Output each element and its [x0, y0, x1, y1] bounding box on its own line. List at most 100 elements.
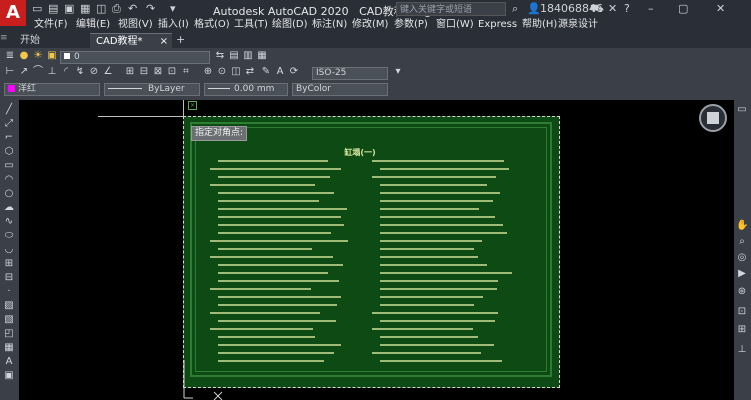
region-icon[interactable]: ◰ — [3, 328, 15, 340]
zoom-icon[interactable]: ⌕ — [736, 236, 748, 248]
center-mark-icon[interactable]: ⊙ — [216, 66, 228, 78]
save-icon[interactable]: ▣ — [64, 2, 74, 16]
layer-manager-icon[interactable]: ≣ — [4, 50, 16, 62]
arc-length-icon[interactable]: ⌒ — [32, 66, 44, 78]
layer-on-icon[interactable]: ● — [18, 50, 30, 62]
menu-edit[interactable]: 编辑(E) — [76, 17, 110, 32]
layer-previous-icon[interactable]: ▤ — [228, 50, 240, 62]
dim-update-icon[interactable]: ⟳ — [288, 66, 300, 78]
close-tab-icon[interactable]: × — [160, 34, 168, 49]
dim-edit-icon[interactable]: ✎ — [260, 66, 272, 78]
menu-window[interactable]: 窗口(W) — [436, 17, 474, 32]
menu-modify[interactable]: 修改(M) — [352, 17, 388, 32]
steering-wheel-icon[interactable]: ⊛ — [736, 286, 748, 298]
gradient-icon[interactable]: ▧ — [3, 314, 15, 326]
undo-icon[interactable]: ↶ — [128, 2, 137, 16]
circle-icon[interactable]: ○ — [3, 188, 15, 200]
menu-express[interactable]: Express — [478, 17, 517, 32]
space-icon[interactable]: ⊡ — [166, 66, 178, 78]
jogged-icon[interactable]: ↯ — [74, 66, 86, 78]
revision-cloud-icon[interactable]: ☁ — [3, 202, 15, 214]
new-tab-icon[interactable]: + — [176, 33, 185, 46]
tolerance-icon[interactable]: ⊕ — [202, 66, 214, 78]
dim-style-dropdown[interactable]: ISO-25 — [312, 67, 388, 80]
polyline-icon[interactable]: ⌐ — [3, 132, 15, 144]
radius-icon[interactable]: ◜ — [60, 66, 72, 78]
hatch-icon[interactable]: ▨ — [3, 300, 15, 312]
line-icon[interactable]: ╱ — [3, 104, 15, 116]
baseline-icon[interactable]: ⊟ — [138, 66, 150, 78]
linetype-dropdown[interactable]: ByLayer — [104, 83, 200, 96]
plotstyle-dropdown[interactable]: ByColor — [292, 83, 388, 96]
aligned-dim-icon[interactable]: ↗ — [18, 66, 30, 78]
insert-block-icon[interactable]: ⊞ — [3, 258, 15, 270]
open-file-icon[interactable]: ▤ — [48, 2, 58, 16]
autocad-logo-icon[interactable]: A — [0, 0, 26, 26]
linear-dim-icon[interactable]: ⊢ — [4, 66, 16, 78]
help-icon[interactable]: ? — [624, 2, 630, 16]
continue-icon[interactable]: ⊠ — [152, 66, 164, 78]
point-icon[interactable]: · — [3, 286, 15, 298]
menu-tools[interactable]: 工具(T) — [234, 17, 268, 32]
menu-help[interactable]: 帮助(H) — [522, 17, 557, 32]
table-icon[interactable]: ▦ — [3, 342, 15, 354]
arc-icon[interactable]: ◠ — [3, 174, 15, 186]
tabs-menu-icon[interactable]: ≡ — [0, 33, 12, 47]
search-icon[interactable]: ⌕ — [512, 2, 518, 16]
ellipse-arc-icon[interactable]: ◡ — [3, 244, 15, 256]
diameter-icon[interactable]: ⊘ — [88, 66, 100, 78]
make-current-icon[interactable]: ⇆ — [214, 50, 226, 62]
cart-icon[interactable]: ⛟ — [590, 2, 604, 16]
spline-icon[interactable]: ∿ — [3, 216, 15, 228]
ordinate-icon[interactable]: ⊥ — [46, 66, 58, 78]
menu-format[interactable]: 格式(O) — [194, 17, 230, 32]
close-button[interactable]: ✕ — [716, 2, 725, 16]
save-as-icon[interactable]: ▦ — [80, 2, 90, 16]
web-icon[interactable]: ◫ — [96, 2, 106, 16]
tab-cad-tutorial[interactable]: CAD教程* × — [90, 33, 172, 49]
quick-access-menu-icon[interactable]: ▾ — [170, 2, 176, 16]
add-selected-icon[interactable]: ▣ — [3, 370, 15, 382]
lock-icon[interactable]: ▣ — [46, 50, 58, 62]
break-icon[interactable]: ⌗ — [180, 66, 192, 78]
new-file-icon[interactable]: ▭ — [32, 2, 42, 16]
orbit-icon[interactable]: ◎ — [736, 252, 748, 264]
menu-dimension[interactable]: 标注(N) — [312, 17, 347, 32]
jogged-linear-icon[interactable]: ⇄ — [244, 66, 256, 78]
color-dropdown[interactable]: 洋红 — [4, 83, 100, 96]
minimize-button[interactable]: – — [648, 2, 654, 16]
menu-yuanquan[interactable]: 源泉设计 — [558, 17, 598, 32]
ortho-icon[interactable]: ⊥ — [736, 344, 748, 356]
freeze-icon[interactable]: ☀ — [32, 50, 44, 62]
grid-icon[interactable]: ⊞ — [736, 324, 748, 336]
user-icon[interactable]: 👤 — [527, 2, 541, 16]
mtext-icon[interactable]: A — [3, 356, 15, 368]
lineweight-dropdown[interactable]: 0.00 mm — [204, 83, 288, 96]
layer-dropdown[interactable]: 0 — [60, 51, 210, 64]
ellipse-icon[interactable]: ⬭ — [3, 230, 15, 242]
menu-file[interactable]: 文件(F) — [34, 17, 68, 32]
make-block-icon[interactable]: ⊟ — [3, 272, 15, 284]
dim-style-icon[interactable]: ▾ — [392, 66, 404, 78]
pan-icon[interactable]: ✋ — [736, 220, 748, 232]
search-input[interactable]: 键入关键字或短语 — [396, 2, 506, 16]
menu-view[interactable]: 视图(V) — [118, 17, 153, 32]
snap-icon[interactable]: ⊡ — [736, 306, 748, 318]
nav-bar-icon[interactable]: ▭ — [736, 104, 748, 116]
quick-dim-icon[interactable]: ⊞ — [124, 66, 136, 78]
polygon-icon[interactable]: ⬡ — [3, 146, 15, 158]
view-cube-face[interactable] — [707, 112, 719, 124]
redo-icon[interactable]: ↷ — [146, 2, 155, 16]
menu-draw[interactable]: 绘图(D) — [272, 17, 308, 32]
construction-line-icon[interactable]: ⤢ — [3, 118, 15, 130]
menu-insert[interactable]: 插入(I) — [158, 17, 189, 32]
rectangle-icon[interactable]: ▭ — [3, 160, 15, 172]
layer-tools-icon[interactable]: ▦ — [256, 50, 268, 62]
maximize-button[interactable]: ▢ — [678, 2, 688, 16]
menu-parametric[interactable]: 参数(P) — [394, 17, 428, 32]
layer-state-icon[interactable]: ▥ — [242, 50, 254, 62]
inspect-icon[interactable]: ◫ — [230, 66, 242, 78]
print-icon[interactable]: ⎙ — [112, 2, 121, 16]
angular-icon[interactable]: ∠ — [102, 66, 114, 78]
showmotion-icon[interactable]: ▶ — [736, 268, 748, 280]
